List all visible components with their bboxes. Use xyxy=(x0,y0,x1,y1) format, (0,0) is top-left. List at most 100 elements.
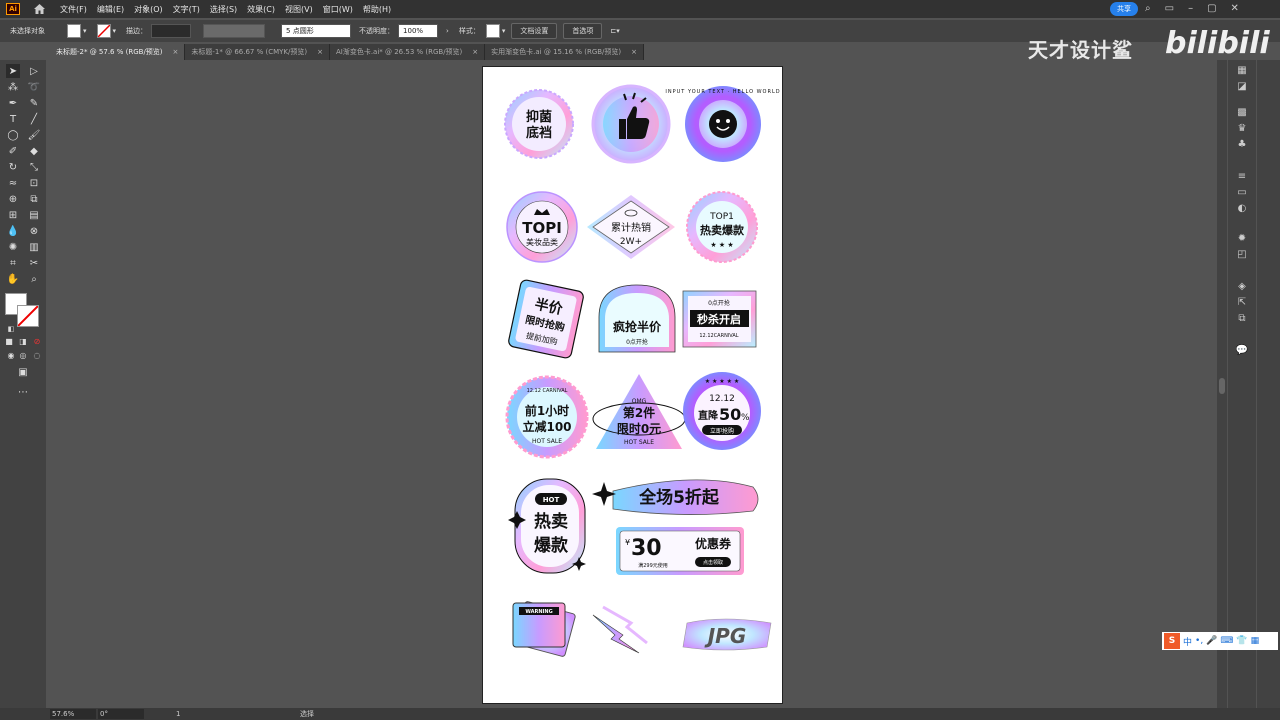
appearance-icon[interactable]: ✹ xyxy=(1235,232,1249,244)
stroke-panel-icon[interactable]: ≡ xyxy=(1235,170,1249,182)
free-transform-icon[interactable]: ⊡ xyxy=(27,176,41,190)
share-button[interactable]: 共享 xyxy=(1110,2,1138,16)
menu-help[interactable]: 帮助(H) xyxy=(363,4,391,15)
sticker-storewide-discount[interactable]: 全场5折起 xyxy=(592,479,759,515)
graph-icon[interactable]: ▥ xyxy=(27,240,41,254)
zoom-tool-icon[interactable]: ⌕ xyxy=(27,272,41,286)
screen-mode-icon[interactable]: ▣ xyxy=(16,365,30,379)
artboard-tool-icon[interactable]: ⌗ xyxy=(6,256,20,270)
tab-untitled-1[interactable]: 未标题-1* @ 66.67 % (CMYK/预览) × xyxy=(185,44,330,60)
sticker-warning[interactable]: WARNING xyxy=(512,601,576,657)
stroke-color-swatch[interactable] xyxy=(17,305,39,327)
magic-wand-icon[interactable]: ⁂ xyxy=(6,80,20,94)
comments-icon[interactable]: 💬 xyxy=(1235,344,1249,356)
perspective-icon[interactable]: ⧉ xyxy=(27,192,41,206)
type-tool-icon[interactable]: T xyxy=(6,112,20,126)
input-method-bar[interactable]: S 中 •, 🎤 ⌨ 👕 ▦ xyxy=(1162,632,1278,650)
menu-object[interactable]: 对象(O) xyxy=(134,4,163,15)
more-tools-icon[interactable]: ⋯ xyxy=(16,385,30,399)
sticker-hot-sale[interactable]: HOT 热卖 爆款 xyxy=(508,478,586,574)
chevron-right-icon[interactable]: › xyxy=(446,27,449,35)
maximize-icon[interactable]: ▢ xyxy=(1207,3,1216,14)
hand-tool-icon[interactable]: ✋ xyxy=(6,272,20,286)
menu-file[interactable]: 文件(F) xyxy=(60,4,87,15)
slice-icon[interactable]: ✂ xyxy=(27,256,41,270)
style-swatch[interactable] xyxy=(485,24,500,38)
document-settings-button[interactable]: 文档设置 xyxy=(511,23,558,39)
eyedropper-icon[interactable]: 💧 xyxy=(6,224,20,238)
sticker-sales-count[interactable]: 累计热销 2W+ xyxy=(587,195,675,259)
minimize-icon[interactable]: – xyxy=(1188,3,1193,14)
ellipse-tool-icon[interactable]: ◯ xyxy=(6,128,20,142)
shaper-icon[interactable]: ✐ xyxy=(6,144,20,158)
layers-icon[interactable]: ◈ xyxy=(1235,280,1249,292)
close-icon[interactable]: × xyxy=(631,48,637,56)
keyboard-icon[interactable]: ⌨ xyxy=(1220,636,1233,646)
sticker-coupon[interactable]: ¥ 30 优惠券 满299元使用 点击领取 xyxy=(616,527,744,575)
tab-untitled-2[interactable]: 未标题-2* @ 57.6 % (RGB/预览) × xyxy=(50,44,186,60)
rotate-icon[interactable]: ↻ xyxy=(6,160,20,174)
selection-tool-icon[interactable]: ➤ xyxy=(6,64,20,78)
home-icon[interactable] xyxy=(32,3,46,15)
menu-select[interactable]: 选择(S) xyxy=(210,4,237,15)
eraser-icon[interactable]: ◆ xyxy=(27,144,41,158)
pen-tool-icon[interactable]: ✒ xyxy=(6,96,20,110)
variable-width-profile[interactable] xyxy=(203,24,266,38)
graphic-styles-icon[interactable]: ◰ xyxy=(1235,248,1249,260)
ime-mode[interactable]: 中 xyxy=(1183,635,1192,648)
skin-icon[interactable]: 👕 xyxy=(1236,636,1247,646)
export-icon[interactable]: ⇱ xyxy=(1235,296,1249,308)
sticker-half-price[interactable]: 半价 限时抢购 提前加购 xyxy=(508,279,585,359)
direct-selection-tool-icon[interactable]: ▷ xyxy=(27,64,41,78)
curvature-icon[interactable]: ✎ xyxy=(27,96,41,110)
menu-view[interactable]: 视图(V) xyxy=(285,4,313,15)
sogou-icon[interactable]: S xyxy=(1164,633,1180,649)
search-icon[interactable]: ⌕ xyxy=(1145,3,1151,14)
mesh-icon[interactable]: ⊞ xyxy=(6,208,20,222)
gradient-panel-icon[interactable]: ▭ xyxy=(1235,186,1249,198)
sticker-second-free[interactable]: OMG 第2件 限时0元 HOT SALE xyxy=(592,374,686,449)
close-icon[interactable]: ✕ xyxy=(1231,3,1239,14)
paintbrush-icon[interactable]: 🖌 xyxy=(27,128,41,142)
tab-practical-gradient[interactable]: 实用渐变色卡.ai @ 15.16 % (RGB/预览) × xyxy=(485,44,645,60)
artboard[interactable]: 抑菌 底裆 INPUT YOUR TEXT · HELLO WORLD TOPI… xyxy=(482,66,783,704)
gradient-icon[interactable]: ▤ xyxy=(27,208,41,222)
arrange-icon[interactable]: ⊏▾ xyxy=(610,27,619,35)
line-tool-icon[interactable]: ╱ xyxy=(27,112,41,126)
lasso-icon[interactable]: ➰ xyxy=(27,80,41,94)
zoom-field[interactable]: 57.6% xyxy=(50,709,96,719)
stroke-weight-field[interactable] xyxy=(151,24,192,38)
stroke-swatch[interactable] xyxy=(96,24,111,38)
close-icon[interactable]: × xyxy=(317,48,323,56)
menu-edit[interactable]: 编辑(E) xyxy=(97,4,124,15)
punctuation-icon[interactable]: •, xyxy=(1195,636,1203,646)
none-mode-icon[interactable]: ⊘ xyxy=(30,334,44,348)
scrollbar-thumb[interactable] xyxy=(1219,378,1225,394)
libraries-icon[interactable]: ◪ xyxy=(1235,80,1249,92)
fill-swatch[interactable] xyxy=(67,24,81,38)
sticker-lightning[interactable] xyxy=(592,605,648,654)
sticker-flash-sale[interactable]: 0点开抢 秒杀开启 12.12CARNIVAL xyxy=(682,290,757,348)
toolbox-icon[interactable]: ▦ xyxy=(1251,636,1260,646)
chevron-down-icon[interactable]: ▾ xyxy=(502,27,506,35)
microphone-icon[interactable]: 🎤 xyxy=(1206,636,1217,646)
blend-icon[interactable]: ⊗ xyxy=(27,224,41,238)
transparency-icon[interactable]: ◐ xyxy=(1235,202,1249,214)
sticker-jpg[interactable]: JPG xyxy=(682,618,772,651)
sticker-top1[interactable]: TOP1 热卖爆款 ★ ★ ★ xyxy=(686,191,758,263)
sticker-thumbs-up[interactable] xyxy=(591,84,671,164)
sticker-first-hour[interactable]: 12.12 CARNIVAL 前1小时 立减100 HOT SALE xyxy=(505,375,589,459)
rotation-field[interactable]: 0° xyxy=(98,709,144,719)
sticker-crazy-half[interactable]: 疯抢半价 0点开抢 xyxy=(598,284,676,353)
preferences-button[interactable]: 首选项 xyxy=(563,23,603,39)
artboard-navigator[interactable]: 1 xyxy=(160,709,210,719)
sticker-antibacterial[interactable]: 抑菌 底裆 xyxy=(504,89,574,159)
gradient-mode-icon[interactable]: ◨ xyxy=(16,334,30,348)
artboards-icon[interactable]: ⧉ xyxy=(1235,312,1249,324)
sticker-half-off[interactable]: ★ ★ ★ ★ ★ 12.12 直降 50 % 立即抢购 xyxy=(683,372,761,450)
properties-icon[interactable]: ▦ xyxy=(1235,64,1249,76)
symbols-icon[interactable]: ♣ xyxy=(1235,138,1249,150)
shape-builder-icon[interactable]: ⊕ xyxy=(6,192,20,206)
sticker-top-beauty[interactable]: TOPI 美妆品类 xyxy=(506,191,578,263)
canvas-scrollbar[interactable] xyxy=(1217,60,1227,710)
